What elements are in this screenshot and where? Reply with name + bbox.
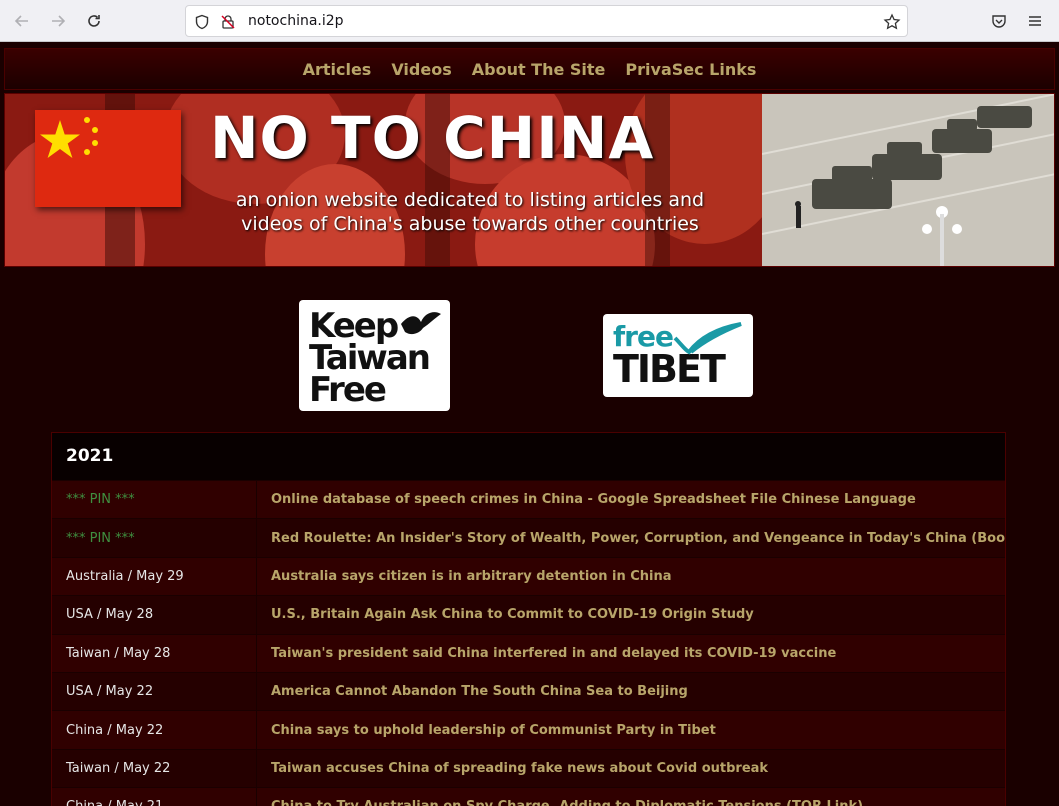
- page-content: Articles Videos About The Site PrivaSec …: [0, 42, 1059, 806]
- row-date: Taiwan / May 22: [52, 749, 257, 788]
- url-bar[interactable]: notochina.i2p: [185, 5, 908, 37]
- banner-fists-background: NO TO CHINA an onion website dedicated t…: [5, 94, 762, 266]
- back-button[interactable]: [9, 9, 35, 33]
- back-arrow-icon: [14, 15, 28, 27]
- menu-button[interactable]: [1022, 9, 1048, 33]
- pocket-icon: [992, 15, 1006, 28]
- table-row: USA / May 28 U.S., Britain Again Ask Chin…: [52, 595, 1005, 634]
- forward-button[interactable]: [45, 9, 71, 33]
- table-row: China / May 21China to Try Australian on…: [52, 787, 1005, 806]
- row-article-link[interactable]: Online database of speech crimes in Chin…: [257, 481, 1005, 518]
- article-rows: *** PIN *** Online database of speech cri…: [52, 480, 1005, 806]
- keep-taiwan-free-line-3: Free: [309, 370, 387, 410]
- nav-videos[interactable]: Videos: [391, 60, 451, 79]
- table-row: Taiwan / May 22 Taiwan accuses China of s…: [52, 748, 1005, 788]
- row-article-link[interactable]: Red Roulette: An Insider's Story of Weal…: [257, 519, 1005, 556]
- row-article-link[interactable]: America Cannot Abandon The South China S…: [257, 673, 1005, 710]
- free-tibet-logo[interactable]: free TIBET: [603, 314, 753, 397]
- site-banner: NO TO CHINA an onion website dedicated t…: [4, 93, 1055, 267]
- row-article-link[interactable]: U.S., Britain Again Ask China to Commit …: [257, 596, 1005, 633]
- insecure-lock-icon[interactable]: [218, 12, 238, 32]
- table-row: Australia / May 29 Australia says citizen…: [52, 556, 1005, 596]
- row-date: USA / May 28: [52, 596, 257, 634]
- table-row: *** PIN *** Red Roulette: An Insider's St…: [52, 518, 1005, 557]
- banner-subtitle: an onion website dedicated to listing ar…: [235, 189, 705, 235]
- row-article-link[interactable]: China to Try Australian on Spy Charge, A…: [257, 788, 1005, 806]
- tanks-photo-graphic: [762, 94, 1054, 266]
- articles-table: 2021 *** PIN *** Online database of speec…: [51, 432, 1006, 806]
- bookmark-star-icon[interactable]: [882, 12, 902, 32]
- reload-button[interactable]: [81, 9, 107, 33]
- china-flag-image: [35, 110, 181, 207]
- row-article-link[interactable]: Taiwan accuses China of spreading fake n…: [257, 750, 1005, 787]
- year-heading: 2021: [52, 433, 1005, 480]
- row-date: China / May 21: [52, 788, 257, 806]
- keep-taiwan-free-logo[interactable]: Keep Taiwan Free: [299, 300, 450, 411]
- nav-privasec-links[interactable]: PrivaSec Links: [625, 60, 756, 79]
- shield-icon[interactable]: [192, 12, 212, 32]
- row-article-link[interactable]: China says to uphold leadership of Commu…: [257, 711, 1005, 748]
- row-date: China / May 22: [52, 711, 257, 749]
- browser-toolbar: notochina.i2p: [0, 0, 1059, 42]
- forward-arrow-icon: [52, 15, 66, 27]
- url-text[interactable]: notochina.i2p: [248, 13, 344, 29]
- table-row: *** PIN *** Online database of speech cri…: [52, 480, 1005, 519]
- china-flag-stars-icon: [40, 117, 98, 158]
- row-article-link[interactable]: Australia says citizen is in arbitrary d…: [257, 558, 1005, 595]
- table-row: USA / May 22 America Cannot Abandon The S…: [52, 671, 1005, 711]
- checkmark-swoosh-icon: [673, 322, 742, 355]
- dove-icon: [401, 312, 441, 335]
- row-date: *** PIN ***: [52, 519, 257, 557]
- table-row: China / May 22 China says to uphold leade…: [52, 710, 1005, 749]
- banner-title: NO TO CHINA: [210, 104, 655, 172]
- table-row: Taiwan / May 28 Taiwan's president said C…: [52, 633, 1005, 672]
- site-nav: Articles Videos About The Site PrivaSec …: [4, 48, 1055, 90]
- tank-man-photo: [762, 94, 1054, 266]
- row-article-link[interactable]: Taiwan's president said China interfered…: [257, 635, 1005, 672]
- nav-about[interactable]: About The Site: [472, 60, 606, 79]
- row-date: Taiwan / May 28: [52, 634, 257, 672]
- nav-articles[interactable]: Articles: [303, 60, 372, 79]
- pocket-button[interactable]: [986, 9, 1012, 33]
- row-date: USA / May 22: [52, 672, 257, 711]
- row-date: *** PIN ***: [52, 481, 257, 519]
- row-date: Australia / May 29: [52, 557, 257, 596]
- reload-icon: [88, 15, 100, 27]
- hamburger-menu-icon: [1029, 16, 1041, 26]
